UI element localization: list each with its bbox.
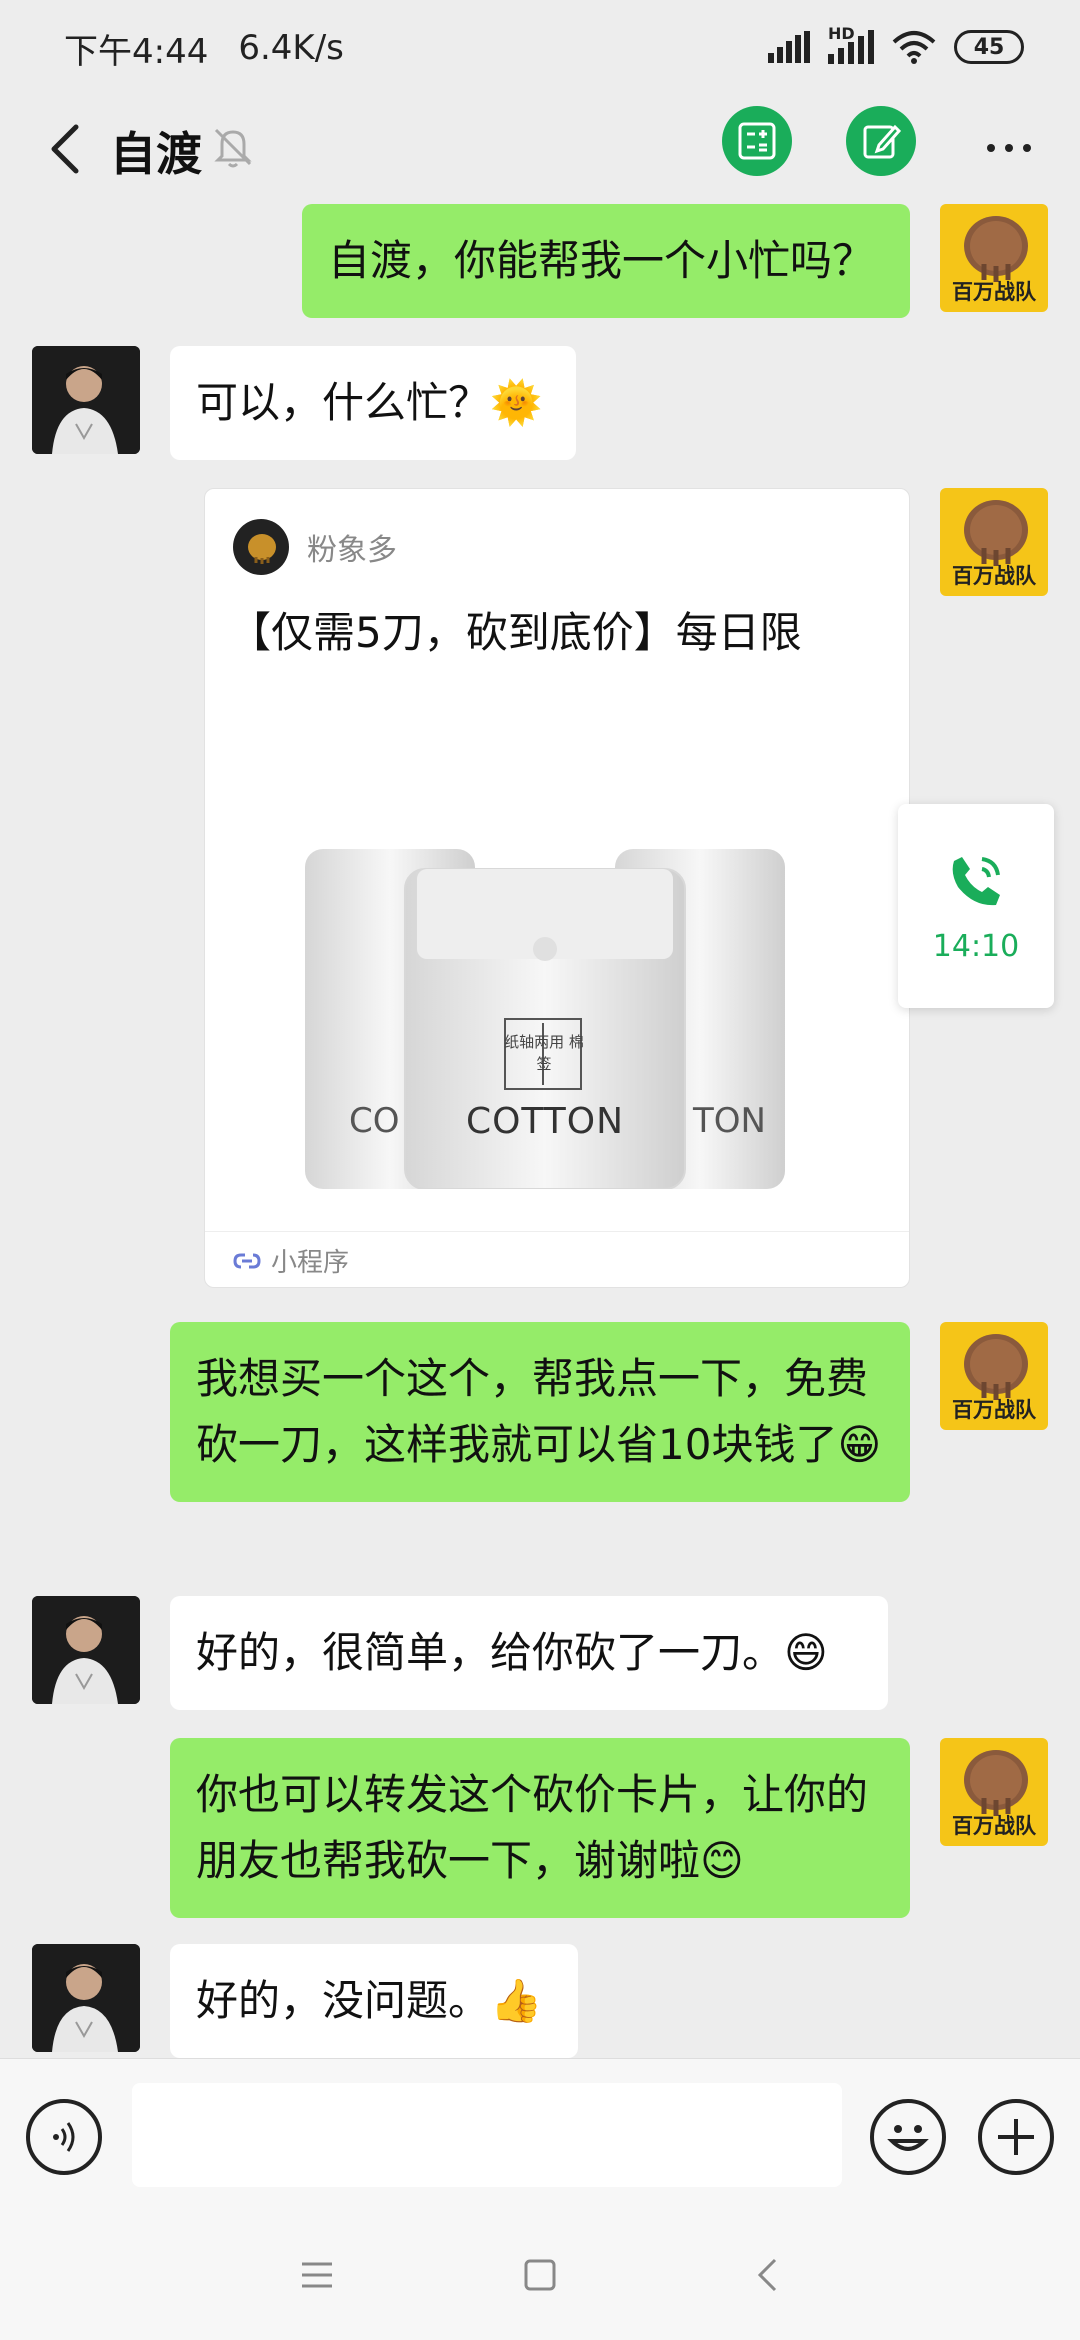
call-duration: 14:10 — [932, 928, 1020, 964]
voice-input-icon[interactable] — [26, 2099, 102, 2175]
signal-icon — [768, 31, 810, 63]
message-bubble-incoming[interactable]: 好的，没问题。👍 — [170, 1944, 578, 2058]
avatar-label: 百万战队 — [952, 280, 1036, 304]
back-icon[interactable] — [30, 114, 100, 184]
home-icon[interactable] — [515, 2250, 565, 2300]
card-source: 粉象多 — [233, 519, 397, 575]
wifi-icon — [892, 31, 936, 64]
card-source-name: 粉象多 — [307, 533, 397, 568]
mini-program-card[interactable]: 粉象多 【仅需5刀，砍到底价】每日限 纸轴两用 棉签 COTTON CO TON — [204, 488, 910, 1288]
card-footer: 小程序 — [205, 1231, 909, 1287]
avatar[interactable] — [32, 346, 140, 454]
phone-call-icon — [952, 856, 1000, 905]
signal-hd-icon: HD — [828, 24, 874, 64]
calculator-icon[interactable] — [722, 106, 792, 176]
person-photo-icon — [32, 1596, 140, 1704]
avatar[interactable]: 百万战队 — [940, 488, 1048, 596]
avatar[interactable] — [32, 1944, 140, 2052]
chat-header: 自渡 — [0, 96, 1080, 206]
more-options-icon[interactable] — [974, 118, 1044, 178]
avatar[interactable]: 百万战队 — [940, 204, 1048, 312]
message-bubble-incoming[interactable]: 好的，很简单，给你砍了一刀。😄 — [170, 1596, 888, 1710]
person-photo-icon — [32, 346, 140, 454]
message-input[interactable] — [132, 2083, 842, 2187]
mini-program-link-icon — [233, 1253, 261, 1268]
person-photo-icon — [32, 1944, 140, 2052]
product-label-right: TON — [693, 1101, 766, 1141]
status-net-speed: 6.4K/s — [238, 28, 344, 68]
battery-level: 45 — [973, 34, 1005, 60]
avatar-label: 百万战队 — [952, 1814, 1036, 1838]
battery-icon: 45 — [954, 30, 1024, 64]
avatar-label: 百万战队 — [952, 564, 1036, 588]
message-bubble-outgoing[interactable]: 自渡，你能帮我一个小忙吗？ — [302, 204, 910, 318]
message-bubble-incoming[interactable]: 可以，什么忙？🌞 — [170, 346, 576, 460]
status-bar: 下午4:44 6.4K/s HD 45 — [0, 0, 1080, 96]
chat-title: 自渡 — [110, 127, 202, 181]
system-back-icon[interactable] — [742, 2250, 792, 2300]
source-logo-icon — [233, 519, 289, 575]
avatar[interactable]: 百万战队 — [940, 1322, 1048, 1430]
card-footer-label: 小程序 — [271, 1248, 350, 1278]
mute-bell-icon — [210, 124, 260, 174]
message-bubble-outgoing[interactable]: 我想买一个这个，帮我点一下，免费砍一刀，这样我就可以省10块钱了😁 — [170, 1322, 910, 1502]
avatar-label: 百万战队 — [952, 1398, 1036, 1422]
avatar[interactable]: 百万战队 — [940, 1738, 1048, 1846]
system-navigation-bar — [0, 2210, 1080, 2340]
product-label-left: CO — [349, 1101, 400, 1141]
message-bubble-outgoing[interactable]: 你也可以转发这个砍价卡片，让你的朋友也帮我砍一下，谢谢啦😊 — [170, 1738, 910, 1918]
product-label: COTTON — [465, 1101, 625, 1142]
floating-call-widget[interactable]: 14:10 — [898, 804, 1054, 1008]
status-icons: HD 45 — [768, 24, 1024, 64]
avatar[interactable] — [32, 1596, 140, 1704]
emoji-icon[interactable] — [870, 2099, 946, 2175]
product-box-text: 纸轴两用 棉签 — [504, 1033, 584, 1073]
plus-icon[interactable] — [978, 2099, 1054, 2175]
chat-input-bar — [0, 2058, 1080, 2210]
edit-icon[interactable] — [846, 106, 916, 176]
status-time: 下午4:44 — [64, 31, 209, 72]
menu-icon[interactable] — [292, 2250, 342, 2300]
product-image: 纸轴两用 棉签 COTTON CO TON — [305, 809, 805, 1190]
network-type-label: HD — [828, 24, 855, 43]
card-title: 【仅需5刀，砍到底价】每日限 — [229, 608, 802, 657]
